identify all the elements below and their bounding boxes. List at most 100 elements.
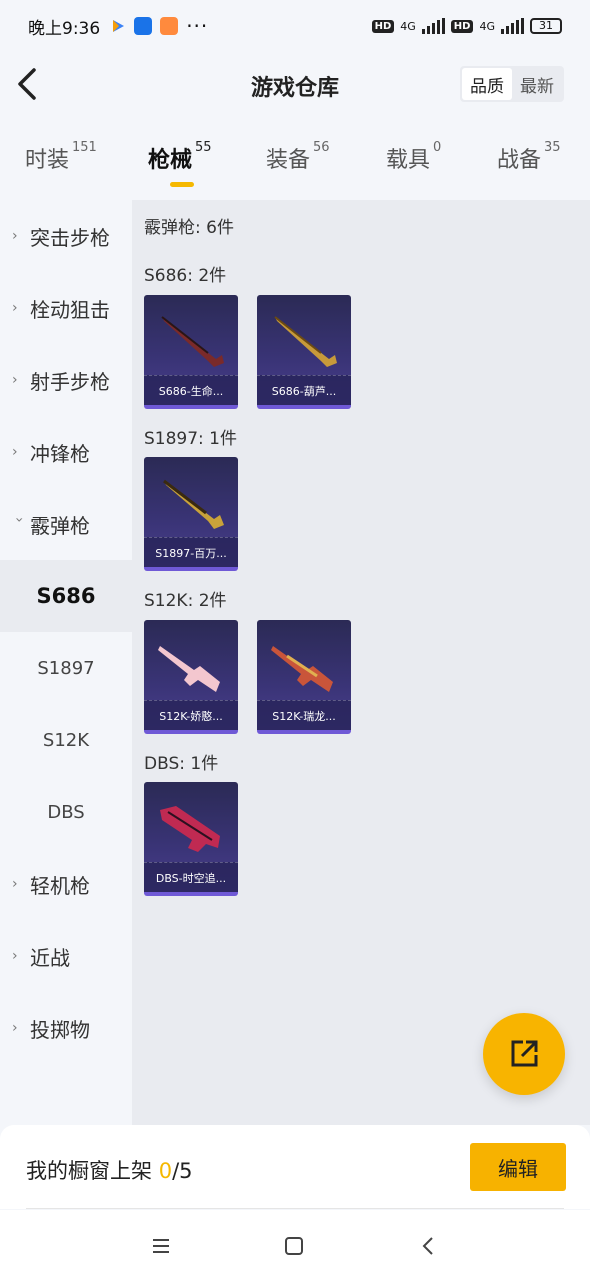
weapon-card[interactable]: S12K-娇憨... xyxy=(144,620,238,734)
weapon-type-sidebar: › 突击步枪 › 栓动狙击 › 射手步枪 › 冲锋枪 › 霰弹枪 S686 S1897 S… xyxy=(0,200,132,1125)
tab-count: 35 xyxy=(544,140,561,155)
home-square-icon[interactable] xyxy=(280,1232,308,1260)
tab-supplies[interactable]: 战备35 xyxy=(497,140,561,174)
shotgun-skin-icon xyxy=(274,316,337,367)
section-heading: 霰弹枪: 6件 xyxy=(144,218,234,238)
edit-button[interactable]: 编辑 xyxy=(470,1143,566,1191)
shotgun-skin-icon xyxy=(271,646,333,692)
sidebar-item-label: 轻机枪 xyxy=(30,873,90,898)
weapon-content: 霰弹枪: 6件 S686: 2件 S686-生命... S686-葫芦... S… xyxy=(132,200,590,1125)
showcase-count: 0 xyxy=(158,1159,173,1183)
app-header: 游戏仓库 品质 最新 xyxy=(0,52,590,118)
battery-icon: 31 xyxy=(530,18,562,34)
signal-icon-2 xyxy=(501,18,524,34)
weapon-card[interactable]: DBS-时空追... xyxy=(144,782,238,896)
chevron-right-icon: › xyxy=(12,1020,18,1036)
chevron-right-icon: › xyxy=(12,228,18,244)
sidebar-item-bolt-sniper[interactable]: › 栓动狙击 xyxy=(0,272,132,344)
nav-back-icon[interactable] xyxy=(415,1232,443,1260)
signal-icon-1 xyxy=(421,18,445,34)
sidebar-sub-s686[interactable]: S686 xyxy=(0,560,132,632)
sidebar-sub-s1897[interactable]: S1897 xyxy=(0,632,132,704)
chevron-right-icon: › xyxy=(12,372,18,388)
share-fab-button[interactable] xyxy=(483,1013,565,1095)
category-tabs: 时装151 枪械55 装备56 载具0 战备35 xyxy=(0,130,590,190)
group-title-s12k: S12K: 2件 xyxy=(144,591,227,611)
chevron-right-icon: › xyxy=(12,300,18,316)
shotgun-skin-icon xyxy=(160,806,220,852)
tab-count: 56 xyxy=(313,140,330,155)
group-title-s686: S686: 2件 xyxy=(144,266,227,286)
app-icon-blue xyxy=(134,17,153,35)
sidebar-sub-s12k[interactable]: S12K xyxy=(0,704,132,776)
showcase-label-text: 我的橱窗上架 xyxy=(26,1159,159,1183)
sidebar-item-label: 投掷物 xyxy=(30,1017,90,1042)
play-store-icon xyxy=(113,20,125,32)
share-out-icon xyxy=(511,1040,538,1067)
tab-label: 枪械 xyxy=(148,148,193,173)
sidebar-item-smg[interactable]: › 冲锋枪 xyxy=(0,416,132,488)
showcase-bar: 我的橱窗上架 0/5 编辑 xyxy=(0,1125,590,1209)
sidebar-item-label: 霰弹枪 xyxy=(30,513,90,538)
tab-equipment[interactable]: 装备56 xyxy=(266,140,330,174)
tab-label: 战备 xyxy=(497,148,542,173)
weapon-card[interactable]: S686-生命... xyxy=(144,295,238,409)
app-icon-orange xyxy=(160,17,179,35)
sidebar-item-label: 冲锋枪 xyxy=(30,441,90,466)
sort-latest-button[interactable]: 最新 xyxy=(512,68,562,100)
divider xyxy=(26,1208,564,1209)
tab-label: 时装 xyxy=(25,148,70,173)
sidebar-item-assault-rifle[interactable]: › 突击步枪 xyxy=(0,200,132,272)
sidebar-item-lmg[interactable]: › 轻机枪 xyxy=(0,848,132,920)
weapon-card[interactable]: S686-葫芦... xyxy=(257,295,351,409)
weapon-card-label: S686-葫芦... xyxy=(257,375,351,405)
status-bar: 晚上9:36 ··· HD 4G HD 4G 31 xyxy=(0,0,590,52)
group-title-dbs: DBS: 1件 xyxy=(144,754,219,774)
sidebar-item-marksman-rifle[interactable]: › 射手步枪 xyxy=(0,344,132,416)
network-label-1: 4G xyxy=(400,19,416,33)
sidebar-item-shotgun[interactable]: › 霰弹枪 xyxy=(0,488,132,560)
group-title-s1897: S1897: 1件 xyxy=(144,429,238,449)
tab-vehicles[interactable]: 载具0 xyxy=(386,140,442,174)
active-tab-indicator xyxy=(170,182,194,187)
weapon-card-label: S1897-百万... xyxy=(144,537,238,567)
shotgun-skin-icon xyxy=(161,316,224,367)
tab-firearms[interactable]: 枪械55 xyxy=(148,140,212,174)
showcase-total: /5 xyxy=(172,1159,193,1183)
shotgun-skin-icon xyxy=(163,479,224,529)
sort-toggle: 品质 最新 xyxy=(460,66,564,102)
system-nav-bar xyxy=(0,1210,590,1280)
shotgun-skin-icon xyxy=(158,646,220,692)
sidebar-item-throwables[interactable]: › 投掷物 xyxy=(0,992,132,1064)
sidebar-item-label: 近战 xyxy=(30,945,70,970)
chevron-right-icon: › xyxy=(12,444,18,460)
weapon-card[interactable]: S12K-瑞龙... xyxy=(257,620,351,734)
sidebar-item-label: 射手步枪 xyxy=(30,369,110,394)
network-label-2: 4G xyxy=(479,19,495,33)
chevron-right-icon: › xyxy=(12,876,18,892)
sidebar-item-melee[interactable]: › 近战 xyxy=(0,920,132,992)
chevron-right-icon: › xyxy=(12,948,18,964)
more-dots-icon: ··· xyxy=(186,14,209,38)
tab-count: 0 xyxy=(433,140,442,155)
tab-label: 装备 xyxy=(266,148,311,173)
tab-fashion[interactable]: 时装151 xyxy=(25,140,97,174)
tab-label: 载具 xyxy=(386,148,431,173)
weapon-card-label: S686-生命... xyxy=(144,375,238,405)
tab-count: 151 xyxy=(72,140,97,155)
tab-count: 55 xyxy=(195,140,212,155)
weapon-card-label: S12K-娇憨... xyxy=(144,700,238,730)
showcase-label: 我的橱窗上架 0/5 xyxy=(26,1155,193,1185)
sidebar-sub-dbs[interactable]: DBS xyxy=(0,776,132,848)
sort-quality-button[interactable]: 品质 xyxy=(462,68,512,100)
hd-badge-2: HD xyxy=(450,19,474,33)
hd-badge-1: HD xyxy=(371,19,395,33)
weapon-card-label: S12K-瑞龙... xyxy=(257,700,351,730)
sidebar-item-label: 突击步枪 xyxy=(30,225,110,250)
weapon-card-label: DBS-时空追... xyxy=(144,862,238,892)
sidebar-item-label: 栓动狙击 xyxy=(30,297,110,322)
weapon-card[interactable]: S1897-百万... xyxy=(144,457,238,571)
chevron-down-icon: › xyxy=(11,517,27,523)
menu-icon[interactable] xyxy=(147,1232,175,1260)
status-time: 晚上9:36 xyxy=(28,18,101,39)
